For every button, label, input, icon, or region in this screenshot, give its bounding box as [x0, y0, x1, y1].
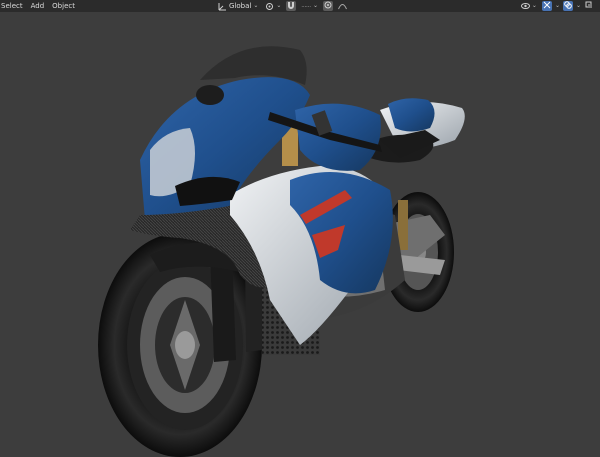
chevron-down-icon[interactable]: ⌄	[555, 1, 560, 11]
pivot-point-dropdown[interactable]: ⌄	[263, 1, 283, 11]
header-right-tools: ⌄ ⌄ ⌄	[519, 0, 594, 12]
chevron-down-icon: ⌄	[312, 2, 318, 9]
overlays-icon	[564, 1, 572, 11]
mirror	[196, 85, 224, 105]
tail-section	[370, 98, 465, 163]
snap-target-label: ......	[301, 3, 311, 9]
snap-toggle[interactable]	[286, 1, 297, 11]
pivot-point-icon	[265, 2, 274, 11]
magnet-icon	[287, 1, 295, 11]
proportional-edit-icon	[324, 1, 332, 11]
chevron-down-icon: ⌄	[253, 2, 259, 9]
object-visibility-dropdown[interactable]: ⌄	[519, 1, 539, 11]
gizmo-toggle[interactable]	[541, 1, 552, 11]
menu-add[interactable]: Add	[27, 0, 49, 12]
xray-toggle[interactable]	[584, 1, 594, 11]
header-center-tools: Global ⌄ ⌄ ...... ⌄	[216, 0, 349, 12]
viewport-header: Select Add Object Global ⌄ ⌄ ...... ⌄ ⌄ …	[0, 0, 600, 12]
chevron-down-icon: ⌄	[276, 2, 282, 9]
falloff-curve-icon	[338, 2, 347, 10]
visibility-icon	[520, 2, 530, 10]
snap-target-dropdown[interactable]: ...... ⌄	[299, 1, 320, 11]
chevron-down-icon[interactable]: ⌄	[576, 1, 581, 11]
header-menu: Select Add Object	[0, 0, 79, 12]
orientation-axes-icon	[218, 2, 227, 11]
transform-orientation-dropdown[interactable]: Global ⌄	[216, 1, 260, 11]
chevron-down-icon: ⌄	[531, 2, 537, 9]
motorcycle-render	[98, 46, 465, 457]
menu-select[interactable]: Select	[0, 0, 27, 12]
transform-orientation-label: Global	[229, 2, 252, 10]
proportional-editing-toggle[interactable]	[322, 1, 333, 11]
overlays-toggle[interactable]	[562, 1, 573, 11]
gizmo-icon	[543, 1, 551, 11]
xray-icon	[585, 1, 593, 11]
3d-viewport[interactable]	[0, 12, 600, 457]
menu-object[interactable]: Object	[48, 0, 79, 12]
proportional-falloff-dropdown[interactable]	[336, 1, 349, 11]
